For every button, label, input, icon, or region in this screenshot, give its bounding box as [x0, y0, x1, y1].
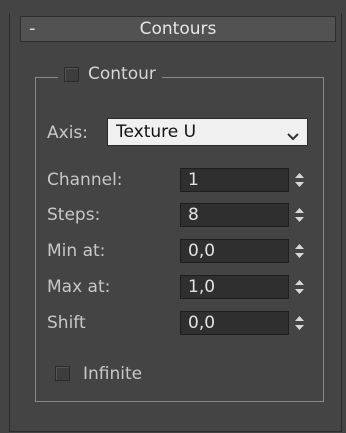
shift-label: Shift	[47, 313, 86, 333]
axis-dropdown[interactable]: Texture U	[107, 118, 308, 146]
min-at-value: 0,0	[188, 241, 216, 261]
steps-value: 8	[188, 205, 199, 225]
channel-value: 1	[188, 170, 199, 190]
shift-spinner-icon[interactable]	[292, 311, 307, 335]
max-at-field[interactable]: 1,0	[180, 275, 289, 299]
contour-label: Contour	[88, 64, 156, 84]
min-at-spinner-icon[interactable]	[292, 239, 307, 263]
min-at-field[interactable]: 0,0	[180, 239, 289, 263]
steps-label: Steps:	[47, 205, 101, 225]
shift-value: 0,0	[188, 313, 216, 333]
max-at-label: Max at:	[47, 277, 111, 297]
rollout-header[interactable]: - Contours	[20, 16, 336, 42]
axis-dropdown-value: Texture U	[116, 122, 197, 142]
shift-field[interactable]: 0,0	[180, 311, 289, 335]
contour-checkbox[interactable]	[64, 66, 79, 82]
channel-spinner-icon[interactable]	[292, 168, 307, 192]
channel-label: Channel:	[47, 170, 123, 190]
contour-group-legend: Contour	[58, 64, 162, 84]
channel-field[interactable]: 1	[180, 168, 289, 192]
infinite-label: Infinite	[83, 364, 143, 384]
axis-label: Axis:	[47, 123, 88, 143]
steps-field[interactable]: 8	[180, 203, 289, 227]
steps-spinner-icon[interactable]	[292, 203, 307, 227]
min-at-label: Min at:	[47, 241, 106, 261]
max-at-value: 1,0	[188, 277, 216, 297]
max-at-spinner-icon[interactable]	[292, 275, 307, 299]
rollout-title: Contours	[139, 19, 217, 39]
chevron-down-icon	[287, 127, 299, 146]
infinite-checkbox[interactable]	[55, 366, 70, 381]
